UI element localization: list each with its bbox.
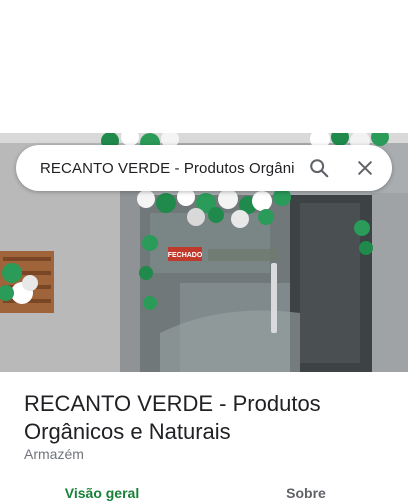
close-button[interactable]	[342, 145, 388, 191]
close-icon	[358, 161, 372, 175]
closed-sign-text: FECHADO	[168, 252, 203, 259]
search-button[interactable]	[296, 145, 342, 191]
search-input[interactable]: RECANTO VERDE - Produtos Orgâni	[40, 160, 296, 177]
place-title: RECANTO VERDE - Produtos Orgânicos e Nat…	[24, 391, 321, 444]
search-icon	[310, 159, 329, 178]
place-page: FECHADO RECANTO VERDE - Produtos Orgâni	[0, 0, 408, 504]
tab-bar: Visão geral Sobre	[0, 476, 408, 504]
place-category: Armazém	[24, 446, 84, 462]
tab-about[interactable]: Sobre	[204, 476, 408, 504]
search-bar[interactable]: RECANTO VERDE - Produtos Orgâni	[16, 145, 392, 191]
tab-overview[interactable]: Visão geral	[0, 476, 204, 504]
